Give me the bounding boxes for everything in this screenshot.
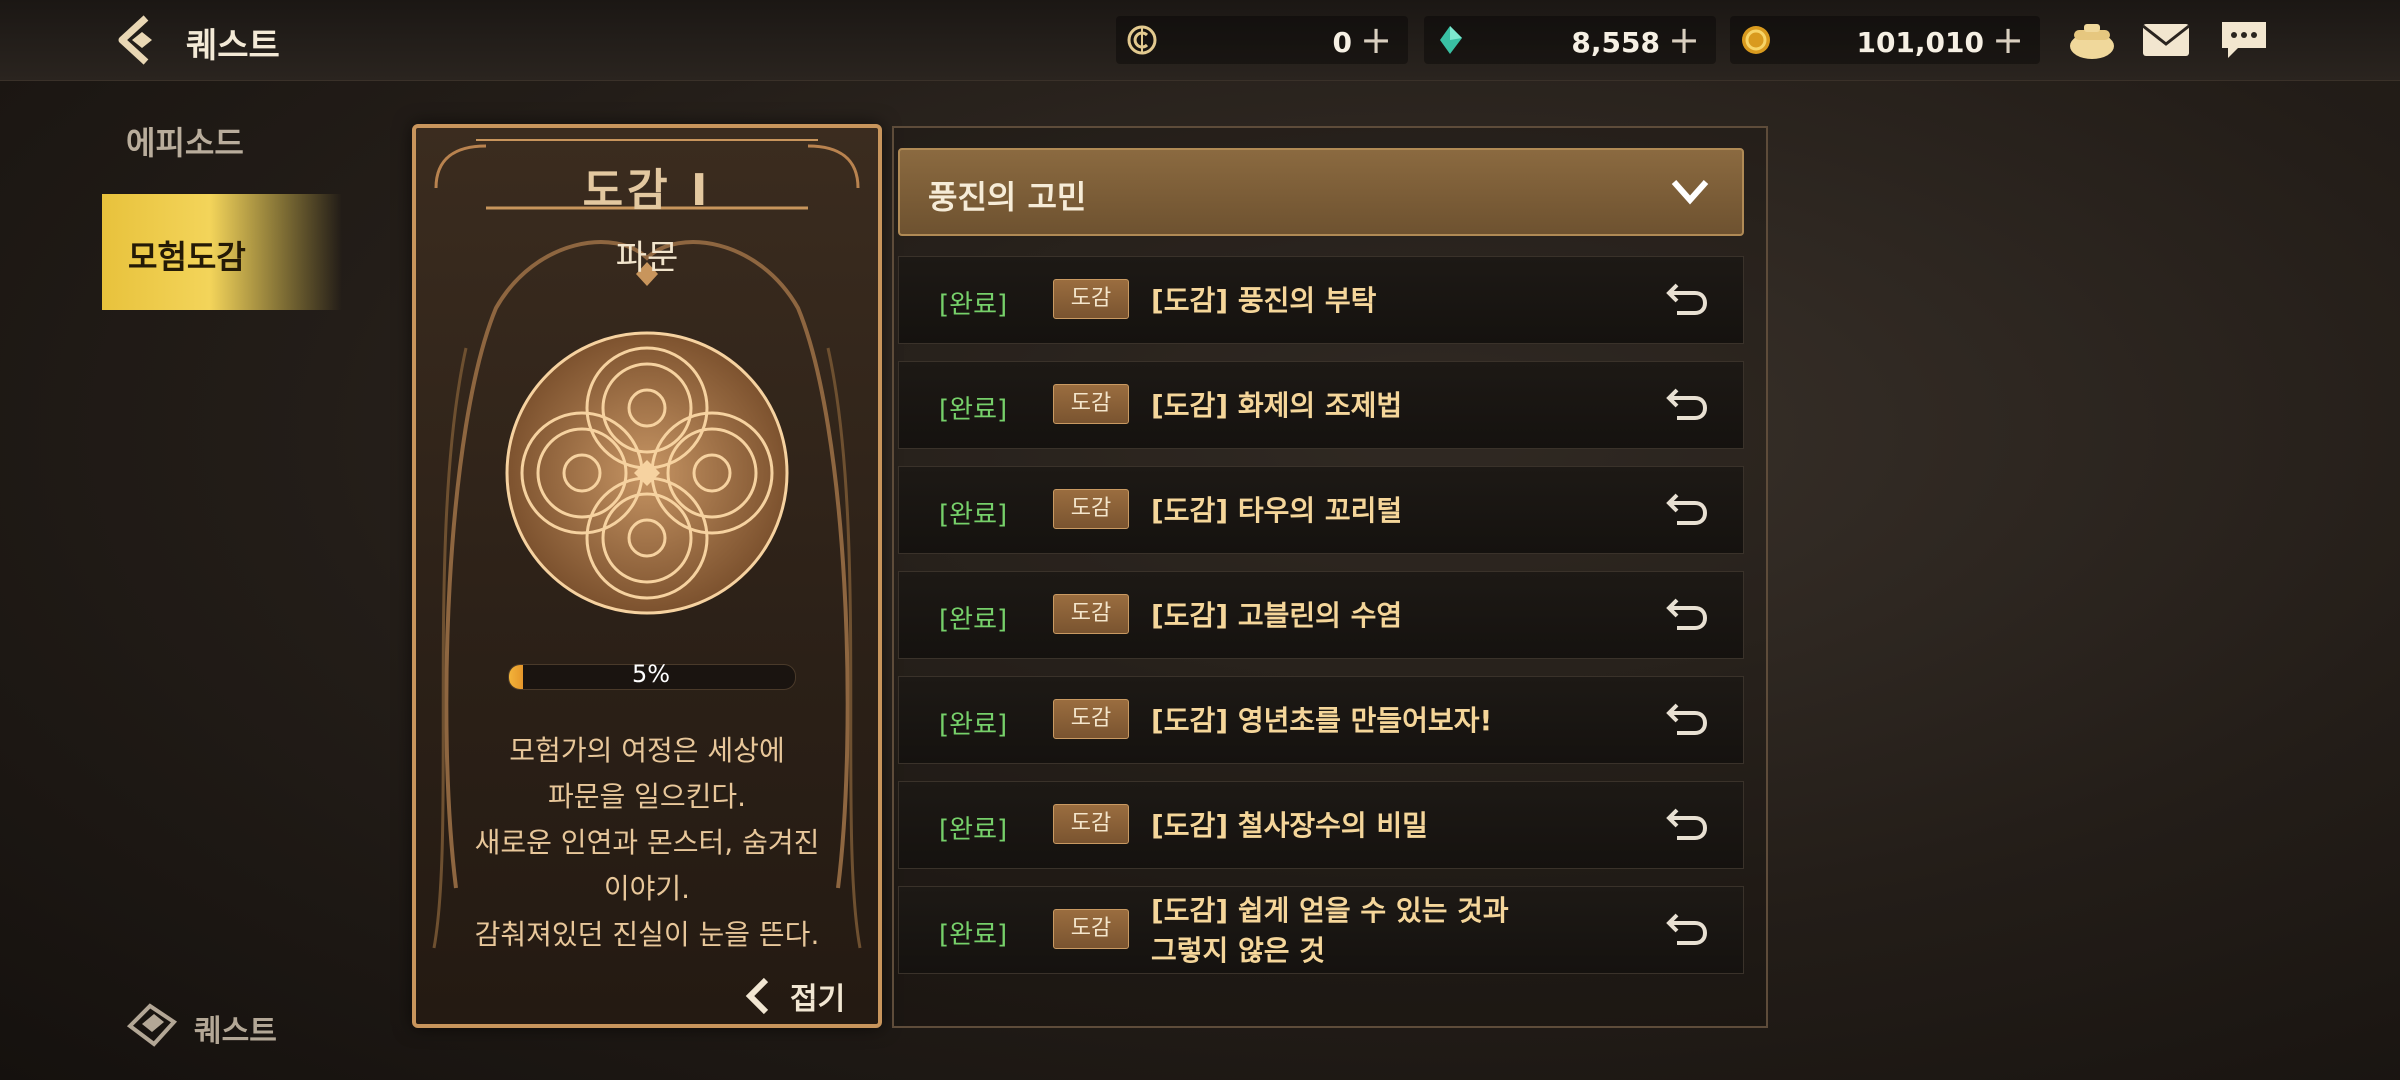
chevron-left-icon — [745, 977, 769, 1015]
fold-label: 접기 — [790, 982, 846, 1017]
chat-button[interactable] — [2218, 18, 2270, 62]
quest-status: [완료] — [939, 710, 1008, 740]
quest-title: [도감] 쉽게 얻을 수 있는 것과 그렇지 않은 것 — [1151, 894, 1509, 967]
quest-row[interactable]: [완료] 도감 [도감] 풍진의 부탁 — [898, 256, 1744, 344]
sidebar-item-adventure-codex[interactable]: 모험도감 — [102, 194, 342, 310]
codex-description: 모험가의 여정은 세상에 파문을 일으킨다. 새로운 인연과 몬스터, 숨겨진 … — [474, 734, 820, 951]
gold-coin-icon — [1742, 26, 1770, 54]
codex-badge: 도감 — [1053, 489, 1129, 529]
gem-value: 8,558 — [1571, 26, 1660, 59]
bag-button[interactable] — [2066, 18, 2118, 62]
quest-status: [완료] — [939, 815, 1008, 845]
codex-subtitle: 파문 — [615, 238, 679, 278]
quest-row[interactable]: [완료] 도감 [도감] 고블린의 수염 — [898, 571, 1744, 659]
top-bar: 퀘스트 0 + 8,558 + 101,010 + — [0, 0, 2400, 81]
chevron-down-icon — [1671, 180, 1709, 205]
quest-status: [완료] — [939, 500, 1008, 530]
currency-c-coin: 0 + — [1116, 16, 1408, 64]
return-arrow-icon[interactable] — [1665, 806, 1709, 846]
codex-badge: 도감 — [1053, 909, 1129, 949]
quest-status: [완료] — [939, 395, 1008, 425]
sidebar-quest-button[interactable]: 퀘스트 — [124, 1000, 324, 1050]
currency-gem: 8,558 + — [1424, 16, 1716, 64]
quest-title: [도감] 고블린의 수염 — [1151, 599, 1403, 632]
mail-button[interactable] — [2140, 18, 2192, 62]
currency-gold: 101,010 + — [1730, 16, 2040, 64]
quest-title: [도감] 철사장수의 비밀 — [1151, 809, 1428, 842]
chapter-title: 풍진의 고민 — [928, 178, 1087, 216]
return-arrow-icon[interactable] — [1665, 701, 1709, 741]
codex-badge: 도감 — [1053, 279, 1129, 319]
return-arrow-icon[interactable] — [1665, 911, 1709, 951]
return-arrow-icon[interactable] — [1665, 491, 1709, 531]
quest-row[interactable]: [완료] 도감 [도감] 화제의 조제법 — [898, 361, 1744, 449]
codex-badge: 도감 — [1053, 804, 1129, 844]
page-title: 퀘스트 — [186, 26, 280, 66]
quest-status: [완료] — [939, 605, 1008, 635]
bag-icon — [2070, 24, 2114, 59]
return-arrow-icon[interactable] — [1665, 596, 1709, 636]
return-arrow-icon[interactable] — [1665, 281, 1709, 321]
quest-title: [도감] 풍진의 부탁 — [1151, 284, 1377, 317]
chat-icon — [2222, 22, 2266, 58]
gem-icon — [1440, 26, 1462, 54]
c-coin-value: 0 — [1332, 26, 1352, 59]
quest-title: [도감] 화제의 조제법 — [1151, 389, 1403, 422]
codex-badge: 도감 — [1053, 384, 1129, 424]
codex-badge: 도감 — [1053, 594, 1129, 634]
codex-title: 도감 I — [582, 165, 712, 216]
sidebar-item-label: 모험도감 — [128, 238, 246, 276]
return-arrow-icon[interactable] — [1665, 386, 1709, 426]
gold-add-button[interactable]: + — [1992, 20, 2024, 60]
codex-card: 도감 I 파문 5% 모험가의 여정은 세상에 파문을 일으킨다. 새로운 인연… — [412, 124, 882, 1028]
quest-status: [완료] — [939, 290, 1008, 320]
mail-icon — [2142, 24, 2190, 56]
gold-value: 101,010 — [1856, 26, 1984, 59]
back-arrow-icon — [118, 15, 152, 65]
sidebar-item-episode[interactable]: 에피소드 — [126, 118, 244, 164]
quest-row[interactable]: [완료] 도감 [도감] 쉽게 얻을 수 있는 것과 그렇지 않은 것 — [898, 886, 1744, 974]
ripple-emblem-icon — [505, 331, 789, 615]
quest-scroll-icon — [126, 1003, 178, 1047]
chapter-dropdown[interactable]: 풍진의 고민 — [898, 148, 1744, 236]
quest-title: [도감] 영년초를 만들어보자! — [1151, 704, 1493, 737]
back-button[interactable] — [112, 14, 168, 66]
c-coin-add-button[interactable]: + — [1360, 20, 1392, 60]
quest-row[interactable]: [완료] 도감 [도감] 영년초를 만들어보자! — [898, 676, 1744, 764]
quest-title: [도감] 타우의 꼬리털 — [1151, 494, 1403, 527]
fold-button[interactable]: 접기 — [734, 972, 864, 1017]
gem-add-button[interactable]: + — [1668, 20, 1700, 60]
quest-status: [완료] — [939, 920, 1008, 950]
progress-percent-label: 5% — [631, 660, 671, 688]
quest-row[interactable]: [완료] 도감 [도감] 타우의 꼬리털 — [898, 466, 1744, 554]
sidebar-quest-label: 퀘스트 — [194, 1014, 277, 1049]
quest-row[interactable]: [완료] 도감 [도감] 철사장수의 비밀 — [898, 781, 1744, 869]
codex-badge: 도감 — [1053, 699, 1129, 739]
c-coin-icon — [1127, 25, 1157, 55]
